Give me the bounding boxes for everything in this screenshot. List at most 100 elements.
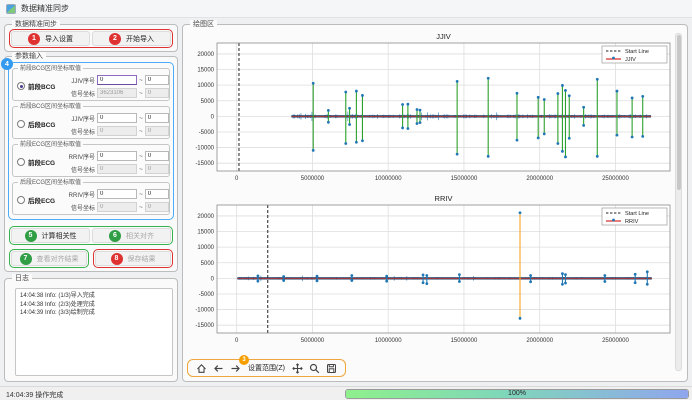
save-result-frame: 8 保存结果 (93, 249, 173, 268)
svg-text:5000: 5000 (201, 261, 215, 267)
ecg-back-radio[interactable]: 后段ECG (17, 195, 55, 205)
bcg-front-radio[interactable]: 前段BCG (17, 81, 55, 91)
back-icon[interactable] (212, 362, 224, 374)
save-result-label: 保存结果 (128, 254, 156, 264)
svg-text:RRIV: RRIV (435, 194, 453, 203)
signal-coord-from-input[interactable] (97, 88, 137, 98)
log-line: 14:04:38 Info: (2/3)处理完成 (20, 301, 168, 310)
correlation-buttons-frame: 5 计算相关性 6 相关对齐 (9, 226, 173, 245)
view-align-result-label: 查看对齐结果 (37, 254, 79, 264)
rriv-index-from-input[interactable] (97, 189, 137, 199)
step-8-badge: 8 (111, 253, 123, 265)
plot-scrollbar[interactable] (675, 33, 682, 371)
rriv-chart[interactable]: 0500000010000000150000002000000025000000… (187, 193, 675, 359)
log-line: 14:04:39 Info: (3/3)绘制完成 (20, 309, 168, 318)
home-icon[interactable] (195, 362, 207, 374)
step-5-badge: 5 (25, 230, 37, 242)
status-message: 14:04:39 操作完成 (6, 390, 63, 400)
log-textarea[interactable]: 14:04:38 Info: (1/3)导入完成 14:04:38 Info: … (15, 288, 173, 376)
signal-coord-label: 信号坐标 (65, 203, 95, 212)
svg-text:10000: 10000 (197, 245, 214, 251)
signal-coord-from-input[interactable] (97, 164, 137, 174)
svg-text:25000000: 25000000 (602, 338, 629, 344)
bcg-back-section: 后段BCG区间坐标取值 后段BCG JJIV序号 ~ 信号坐标 ~ (12, 106, 170, 139)
svg-text:20000: 20000 (197, 214, 214, 220)
ecg-back-title: 后段ECG区间坐标取值 (18, 179, 83, 187)
signal-coord-from-input[interactable] (97, 126, 137, 136)
signal-coord-to-input[interactable] (145, 164, 169, 174)
log-line: 14:04:38 Info: (1/3)导入完成 (20, 292, 168, 301)
pan-icon[interactable] (292, 362, 304, 374)
svg-text:15000: 15000 (197, 230, 214, 236)
save-result-button[interactable]: 8 保存结果 (95, 251, 171, 266)
save-figure-icon[interactable] (326, 362, 338, 374)
bcg-back-title: 后段BCG区间坐标取值 (18, 103, 83, 111)
zoom-icon[interactable] (309, 362, 321, 374)
correlation-align-label: 相关对齐 (126, 231, 154, 241)
svg-text:-15000: -15000 (195, 323, 214, 329)
svg-text:-15000: -15000 (195, 161, 214, 167)
svg-text:-10000: -10000 (195, 146, 214, 152)
step-2-badge: 2 (109, 33, 121, 45)
plot-scrollbar-thumb[interactable] (677, 35, 682, 190)
compute-correlation-button[interactable]: 5 计算相关性 (11, 228, 90, 243)
set-range-button[interactable]: 3 设置范围(Z) (246, 363, 287, 373)
signal-coord-label: 信号坐标 (65, 89, 95, 98)
rriv-index-from-input[interactable] (97, 151, 137, 161)
bcg-back-radio[interactable]: 后段BCG (17, 119, 55, 129)
svg-text:0: 0 (211, 114, 215, 120)
jjiv-chart[interactable]: 0500000010000000150000002000000025000000… (187, 31, 675, 197)
import-settings-button[interactable]: 1 导入设置 (11, 31, 90, 46)
jjiv-index-to-input[interactable] (145, 113, 169, 123)
ecg-front-radio[interactable]: 前段ECG (17, 157, 55, 167)
step-4-badge: 4 (1, 58, 13, 70)
app-icon (6, 4, 16, 14)
step-1-badge: 1 (28, 33, 40, 45)
svg-text:Start Line: Start Line (625, 211, 649, 217)
sync-group-title: 数据精准同步 (12, 20, 60, 29)
signal-coord-to-input[interactable] (145, 126, 169, 136)
params-group-title: 参数输入 (12, 52, 46, 61)
svg-text:20000: 20000 (197, 52, 214, 58)
rriv-index-label: RRIV序号 (65, 152, 95, 161)
correlation-align-button[interactable]: 6 相关对齐 (92, 228, 171, 243)
start-import-button[interactable]: 2 开始导入 (92, 31, 171, 46)
svg-text:0: 0 (211, 276, 215, 282)
svg-text:-10000: -10000 (195, 308, 214, 314)
jjiv-index-from-input[interactable] (97, 113, 137, 123)
step-3-badge: 3 (239, 355, 249, 365)
svg-text:15000000: 15000000 (451, 338, 478, 344)
signal-coord-to-input[interactable] (145, 202, 169, 212)
svg-text:15000: 15000 (197, 68, 214, 74)
view-align-result-button[interactable]: 7 查看对齐结果 (11, 251, 87, 266)
log-group: 日志 14:04:38 Info: (1/3)导入完成 14:04:38 Inf… (4, 278, 178, 382)
start-import-label: 开始导入 (126, 34, 154, 44)
log-group-title: 日志 (12, 274, 32, 283)
ecg-front-section: 前段ECG区间坐标取值 前段ECG RRIV序号 ~ 信号坐标 ~ (12, 144, 170, 177)
signal-coord-to-input[interactable] (145, 88, 169, 98)
plot-group: 绘图区 050000001000000015000000200000002500… (182, 24, 688, 382)
signal-coord-from-input[interactable] (97, 202, 137, 212)
svg-text:JJIV: JJIV (625, 57, 636, 63)
bcg-front-title: 前段BCG区间坐标取值 (18, 65, 83, 73)
radio-dot (17, 82, 25, 90)
window-title: 数据精准同步 (21, 3, 69, 14)
jjiv-index-from-input[interactable] (97, 75, 137, 85)
status-bar: 14:04:39 操作完成 100% (0, 386, 692, 400)
svg-text:-5000: -5000 (199, 292, 215, 298)
jjiv-index-to-input[interactable] (145, 75, 169, 85)
svg-text:20000000: 20000000 (526, 338, 553, 344)
rriv-index-to-input[interactable] (145, 189, 169, 199)
svg-text:25000000: 25000000 (602, 176, 629, 182)
ecg-back-section: 后段ECG区间坐标取值 后段ECG RRIV序号 ~ 信号坐标 ~ (12, 182, 170, 215)
svg-text:10000000: 10000000 (375, 176, 402, 182)
rriv-index-to-input[interactable] (145, 151, 169, 161)
forward-icon[interactable] (229, 362, 241, 374)
svg-text:-5000: -5000 (199, 130, 215, 136)
view-result-frame: 7 查看对齐结果 (9, 249, 89, 268)
svg-text:0: 0 (235, 176, 239, 182)
import-buttons-frame: 1 导入设置 2 开始导入 (9, 29, 173, 48)
step-7-badge: 7 (20, 253, 32, 265)
bcg-front-section: 前段BCG区间坐标取值 前段BCG JJIV序号 ~ 信号坐标 ~ (12, 68, 170, 101)
step-6-badge: 6 (109, 230, 121, 242)
